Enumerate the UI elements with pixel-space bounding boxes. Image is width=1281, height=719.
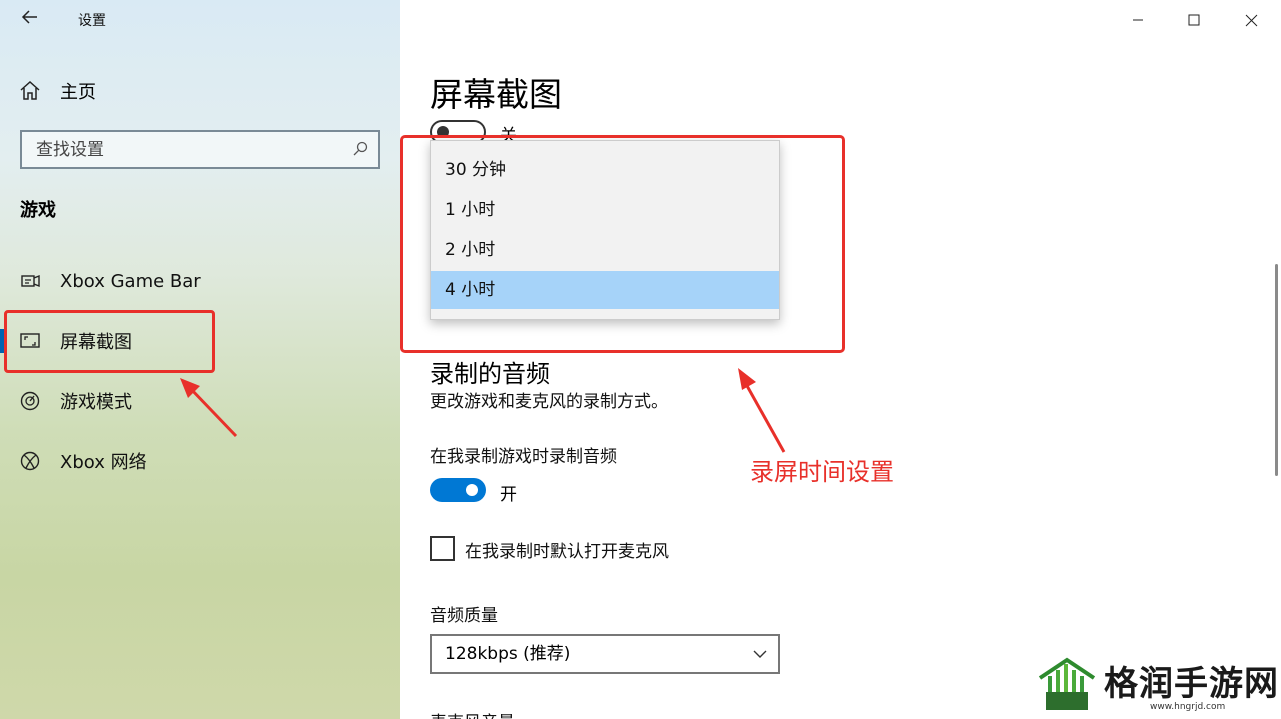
mic-default-checkbox[interactable] [430,536,455,561]
xbox-icon [20,451,40,471]
toggle-state-label: 开 [500,485,517,505]
section-label: 游戏 [20,200,56,221]
sidebar-item-label: Xbox Game Bar [60,270,201,292]
app-title: 设置 [78,13,106,29]
close-button[interactable] [1231,6,1271,34]
audio-section-description: 更改游戏和麦克风的录制方式。 [430,392,668,412]
toggle-knob [466,484,478,496]
maximize-button[interactable] [1174,6,1214,34]
search-icon[interactable] [352,141,368,157]
watermark-url: www.hngrjd.com [1150,702,1226,712]
annotation-text: 录屏时间设置 [750,458,894,486]
sidebar-item-label: 游戏模式 [60,392,132,413]
back-button[interactable] [18,8,42,32]
home-label: 主页 [60,82,96,103]
record-audio-toggle[interactable] [430,478,486,502]
audio-quality-select[interactable]: 128kbps (推荐) [430,634,780,674]
search-box[interactable] [20,130,380,169]
chevron-down-icon [753,650,767,658]
mic-default-label: 在我录制时默认打开麦克风 [465,542,669,562]
audio-quality-value: 128kbps (推荐) [445,644,571,664]
sidebar-item-xbox-game-bar[interactable]: Xbox Game Bar [0,261,400,301]
page-title: 屏幕截图 [430,75,562,114]
logo-icon [1038,657,1096,710]
sidebar-item-xbox-network[interactable]: Xbox 网络 [0,441,400,481]
audio-section-title: 录制的音频 [430,360,550,388]
minimize-icon [1133,19,1143,21]
game-mode-icon [20,391,40,411]
game-bar-icon [21,274,40,288]
search-input[interactable] [22,132,342,167]
home-icon [20,80,40,100]
home-nav-item[interactable]: 主页 [18,78,96,104]
annotation-highlight-box [4,310,215,373]
minimize-button[interactable] [1118,6,1158,34]
annotation-highlight-box [400,135,845,353]
mic-volume-label: 麦克风音量 [430,708,515,719]
close-icon [1245,14,1257,26]
annotation-arrow-icon [738,368,786,453]
watermark-name: 格润手游网 [1104,664,1279,704]
maximize-icon [1188,14,1200,26]
annotation-arrow-icon [180,378,238,438]
sidebar-item-label: Xbox 网络 [60,452,147,473]
record-audio-label: 在我录制游戏时录制音频 [430,447,617,467]
sidebar: 设置 主页 游戏 Xbox Game Bar 屏幕截图 游戏模式 Xbox 网络 [0,0,400,719]
audio-quality-label: 音频质量 [430,606,498,626]
scrollbar[interactable] [1275,264,1278,476]
main-content: 屏幕截图 关 30 分钟 1 小时 2 小时 4 小时 录制的音频 更改游戏和麦… [400,0,1281,719]
back-arrow-icon [21,10,37,24]
watermark: 格润手游网 www.hngrjd.com [1036,656,1279,712]
